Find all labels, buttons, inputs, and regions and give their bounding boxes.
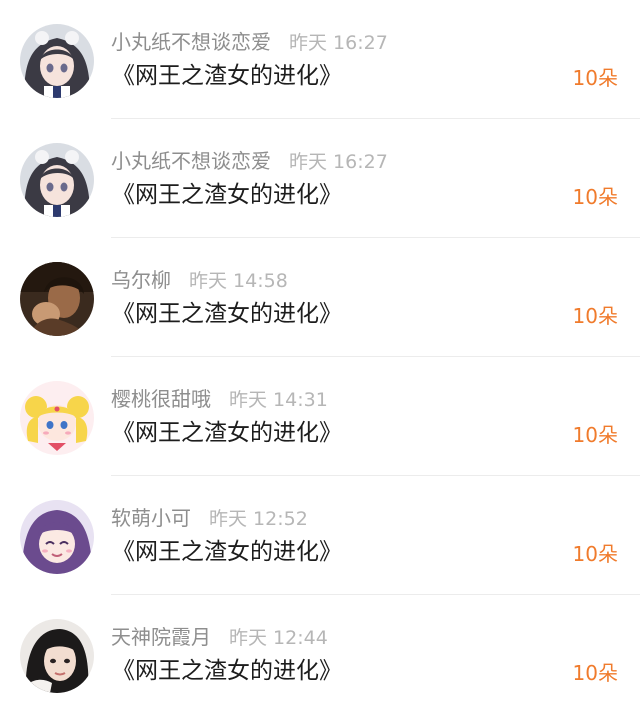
flower-count: 10朵 bbox=[572, 304, 618, 328]
list-item[interactable]: 软萌小可 昨天 12:52 《网王之渣女的进化》 10朵 bbox=[0, 476, 640, 595]
timestamp: 昨天 16:27 bbox=[289, 32, 388, 54]
sailor-moon-avatar[interactable] bbox=[20, 381, 94, 455]
item-meta: 乌尔柳 昨天 14:58 bbox=[111, 267, 288, 293]
book-title[interactable]: 《网王之渣女的进化》 bbox=[112, 60, 342, 92]
item-meta: 软萌小可 昨天 12:52 bbox=[111, 505, 308, 531]
timestamp: 昨天 14:31 bbox=[229, 389, 328, 411]
timestamp: 昨天 16:27 bbox=[289, 151, 388, 173]
username[interactable]: 樱桃很甜哦 bbox=[111, 387, 211, 411]
list-item[interactable]: 天神院霞月 昨天 12:44 《网王之渣女的进化》 10朵 bbox=[0, 595, 640, 714]
username[interactable]: 小丸纸不想谈恋爱 bbox=[111, 30, 271, 54]
book-title[interactable]: 《网王之渣女的进化》 bbox=[112, 179, 342, 211]
flower-count: 10朵 bbox=[572, 661, 618, 685]
flower-count: 10朵 bbox=[572, 423, 618, 447]
book-title[interactable]: 《网王之渣女的进化》 bbox=[112, 536, 342, 568]
timestamp: 昨天 12:52 bbox=[209, 508, 308, 530]
username[interactable]: 小丸纸不想谈恋爱 bbox=[111, 149, 271, 173]
dark-photo-avatar[interactable] bbox=[20, 262, 94, 336]
book-title[interactable]: 《网王之渣女的进化》 bbox=[112, 298, 342, 330]
anime-girl-bun-hair-avatar[interactable] bbox=[20, 143, 94, 217]
list-item[interactable]: 樱桃很甜哦 昨天 14:31 《网王之渣女的进化》 10朵 bbox=[0, 357, 640, 476]
list-item[interactable]: 小丸纸不想谈恋爱 昨天 16:27 《网王之渣女的进化》 10朵 bbox=[0, 119, 640, 238]
item-meta: 天神院霞月 昨天 12:44 bbox=[111, 624, 328, 650]
item-meta: 小丸纸不想谈恋爱 昨天 16:27 bbox=[111, 148, 388, 174]
anime-girl-bun-hair-avatar[interactable] bbox=[20, 24, 94, 98]
purple-hair-anime-avatar[interactable] bbox=[20, 500, 94, 574]
timestamp: 昨天 12:44 bbox=[229, 627, 328, 649]
book-title[interactable]: 《网王之渣女的进化》 bbox=[112, 417, 342, 449]
username[interactable]: 天神院霞月 bbox=[111, 625, 211, 649]
book-title[interactable]: 《网王之渣女的进化》 bbox=[112, 655, 342, 687]
username[interactable]: 乌尔柳 bbox=[111, 268, 171, 292]
flower-count: 10朵 bbox=[572, 185, 618, 209]
list-item[interactable]: 乌尔柳 昨天 14:58 《网王之渣女的进化》 10朵 bbox=[0, 238, 640, 357]
flower-count: 10朵 bbox=[572, 66, 618, 90]
gift-record-list: 小丸纸不想谈恋爱 昨天 16:27 《网王之渣女的进化》 10朵 小丸纸不想谈恋爱… bbox=[0, 0, 640, 725]
item-meta: 樱桃很甜哦 昨天 14:31 bbox=[111, 386, 328, 412]
timestamp: 昨天 14:58 bbox=[189, 270, 288, 292]
username[interactable]: 软萌小可 bbox=[111, 506, 191, 530]
girl-selfie-avatar[interactable] bbox=[20, 619, 94, 693]
item-meta: 小丸纸不想谈恋爱 昨天 16:27 bbox=[111, 29, 388, 55]
flower-count: 10朵 bbox=[572, 542, 618, 566]
list-item[interactable]: 小丸纸不想谈恋爱 昨天 16:27 《网王之渣女的进化》 10朵 bbox=[0, 0, 640, 119]
